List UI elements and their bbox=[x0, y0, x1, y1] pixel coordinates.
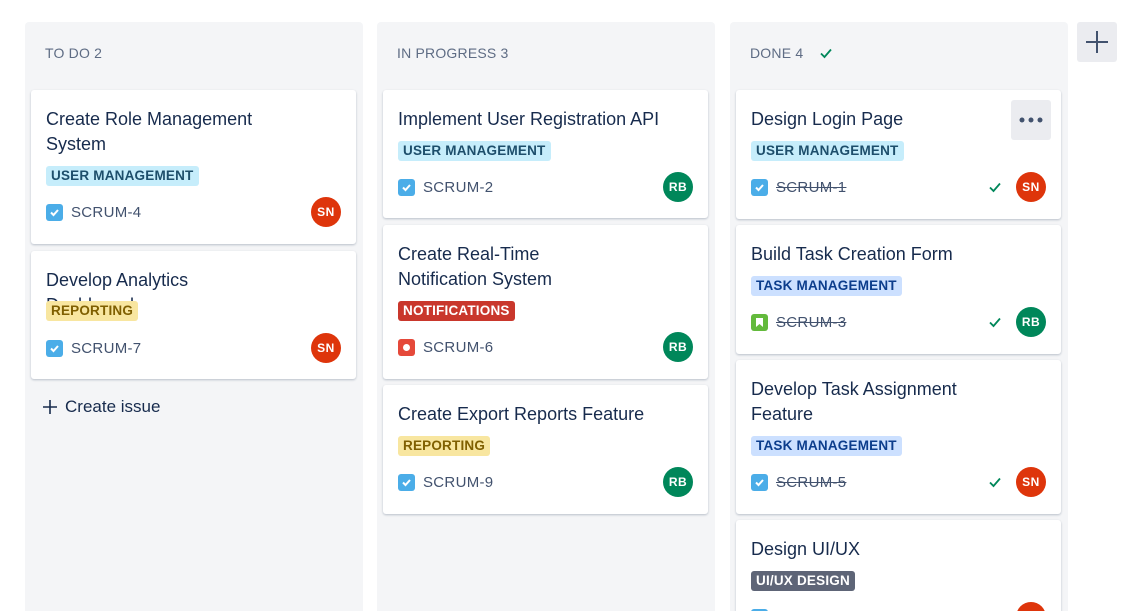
card-title: Create Export Reports Feature bbox=[398, 404, 645, 424]
issue-card-scrum-1[interactable]: Design Login Page USER MANAGEMENT SCRUM-… bbox=[736, 90, 1061, 219]
epic-label: TASK MANAGEMENT bbox=[751, 276, 902, 296]
card-footer: SCRUM-1 SN bbox=[751, 172, 1046, 202]
issue-key[interactable]: SCRUM-4 bbox=[71, 204, 141, 221]
assignee-avatar[interactable]: SN bbox=[1016, 172, 1046, 202]
card-title: Design Login Page bbox=[751, 109, 904, 129]
assignee-avatar[interactable]: RB bbox=[663, 332, 693, 362]
done-check-icon bbox=[820, 48, 833, 59]
assignee-avatar[interactable]: RB bbox=[1016, 307, 1046, 337]
epic-label: NOTIFICATIONS bbox=[398, 301, 515, 321]
issue-card-scrum-6[interactable]: Create Real-Time Notification System NOT… bbox=[383, 225, 708, 379]
bug-type-icon bbox=[398, 338, 415, 356]
column-in-progress: IN PROGRESS 3 Implement User Registratio… bbox=[377, 22, 715, 611]
assignee-avatar[interactable]: RB bbox=[663, 467, 693, 497]
column-title: DONE 4 bbox=[750, 45, 804, 61]
issue-card-scrum-2[interactable]: Implement User Registration API USER MAN… bbox=[383, 90, 708, 218]
card-title: Develop Task Assignment Feature bbox=[751, 379, 957, 424]
column-header-done: DONE 4 bbox=[750, 45, 833, 61]
card-title: Create Real-Time Notification System bbox=[398, 244, 553, 289]
card-footer: SCRUM-3 RB bbox=[751, 307, 1046, 337]
task-type-icon bbox=[46, 339, 63, 357]
task-type-icon bbox=[751, 473, 768, 491]
epic-label: REPORTING bbox=[398, 436, 491, 456]
assignee-avatar[interactable]: SN bbox=[1016, 467, 1046, 497]
column-header-todo: TO DO 2 bbox=[45, 45, 103, 61]
add-column-button[interactable] bbox=[1077, 22, 1117, 62]
issue-key[interactable]: SCRUM-2 bbox=[423, 179, 493, 196]
issue-card-scrum-7[interactable]: Develop Analytics Dashboard REPORTING SC… bbox=[31, 251, 356, 379]
column-done: DONE 4 Design Login Page USER MANAGEMENT… bbox=[730, 22, 1068, 611]
assignee-avatar[interactable]: SN bbox=[311, 197, 341, 227]
resolved-check-icon bbox=[989, 182, 1001, 193]
column-header-in-progress: IN PROGRESS 3 bbox=[397, 45, 509, 61]
story-type-icon bbox=[751, 313, 768, 331]
card-title: Build Task Creation Form bbox=[751, 244, 953, 264]
task-type-icon bbox=[398, 178, 415, 196]
resolved-check-icon bbox=[989, 317, 1001, 328]
more-dots-icon bbox=[1019, 117, 1043, 123]
issue-key[interactable]: SCRUM-6 bbox=[423, 339, 493, 356]
task-type-icon bbox=[46, 203, 63, 221]
plus-icon bbox=[1086, 31, 1108, 53]
epic-label: USER MANAGEMENT bbox=[46, 166, 199, 186]
assignee-avatar[interactable] bbox=[1016, 602, 1046, 611]
card-footer: SCRUM-5 SN bbox=[751, 467, 1046, 497]
create-issue-label: Create issue bbox=[65, 397, 161, 416]
epic-label: TASK MANAGEMENT bbox=[751, 436, 902, 456]
card-footer: SCRUM-2 RB bbox=[398, 172, 693, 202]
card-footer: SCRUM-6 RB bbox=[398, 332, 693, 362]
plus-icon bbox=[43, 400, 57, 414]
card-footer bbox=[751, 602, 1046, 611]
create-issue-button[interactable]: Create issue bbox=[43, 397, 160, 417]
issue-key[interactable]: SCRUM-3 bbox=[776, 314, 846, 331]
task-type-icon bbox=[398, 473, 415, 491]
card-footer: SCRUM-4 SN bbox=[46, 197, 341, 227]
resolved-check-icon bbox=[989, 477, 1001, 488]
assignee-avatar[interactable]: SN bbox=[311, 333, 341, 363]
epic-label: USER MANAGEMENT bbox=[398, 141, 551, 161]
epic-label: USER MANAGEMENT bbox=[751, 141, 904, 161]
task-type-icon bbox=[751, 178, 768, 196]
assignee-avatar[interactable]: RB bbox=[663, 172, 693, 202]
epic-label: REPORTING bbox=[46, 301, 139, 321]
issue-key[interactable]: SCRUM-1 bbox=[776, 179, 846, 196]
epic-label: UI/UX DESIGN bbox=[751, 571, 855, 591]
card-footer: SCRUM-9 RB bbox=[398, 467, 693, 497]
more-actions-button[interactable] bbox=[1011, 100, 1051, 140]
card-title: Create Role Management System bbox=[46, 109, 253, 154]
issue-key[interactable]: SCRUM-9 bbox=[423, 474, 493, 491]
column-todo: TO DO 2 Create Role Management System US… bbox=[25, 22, 363, 611]
issue-card-scrum-9[interactable]: Create Export Reports Feature REPORTING … bbox=[383, 385, 708, 514]
issue-card-scrum-5[interactable]: Develop Task Assignment Feature TASK MAN… bbox=[736, 360, 1061, 514]
issue-key[interactable]: SCRUM-7 bbox=[71, 340, 141, 357]
issue-card-scrum-3[interactable]: Build Task Creation Form TASK MANAGEMENT… bbox=[736, 225, 1061, 354]
issue-card-scrum-4[interactable]: Create Role Management System USER MANAG… bbox=[31, 90, 356, 244]
card-title: Design UI/UX bbox=[751, 539, 861, 559]
card-footer: SCRUM-7 SN bbox=[46, 333, 341, 363]
card-title: Implement User Registration API bbox=[398, 109, 660, 129]
issue-card-design-ui-ux[interactable]: Design UI/UX UI/UX DESIGN bbox=[736, 520, 1061, 611]
issue-key[interactable]: SCRUM-5 bbox=[776, 474, 846, 491]
